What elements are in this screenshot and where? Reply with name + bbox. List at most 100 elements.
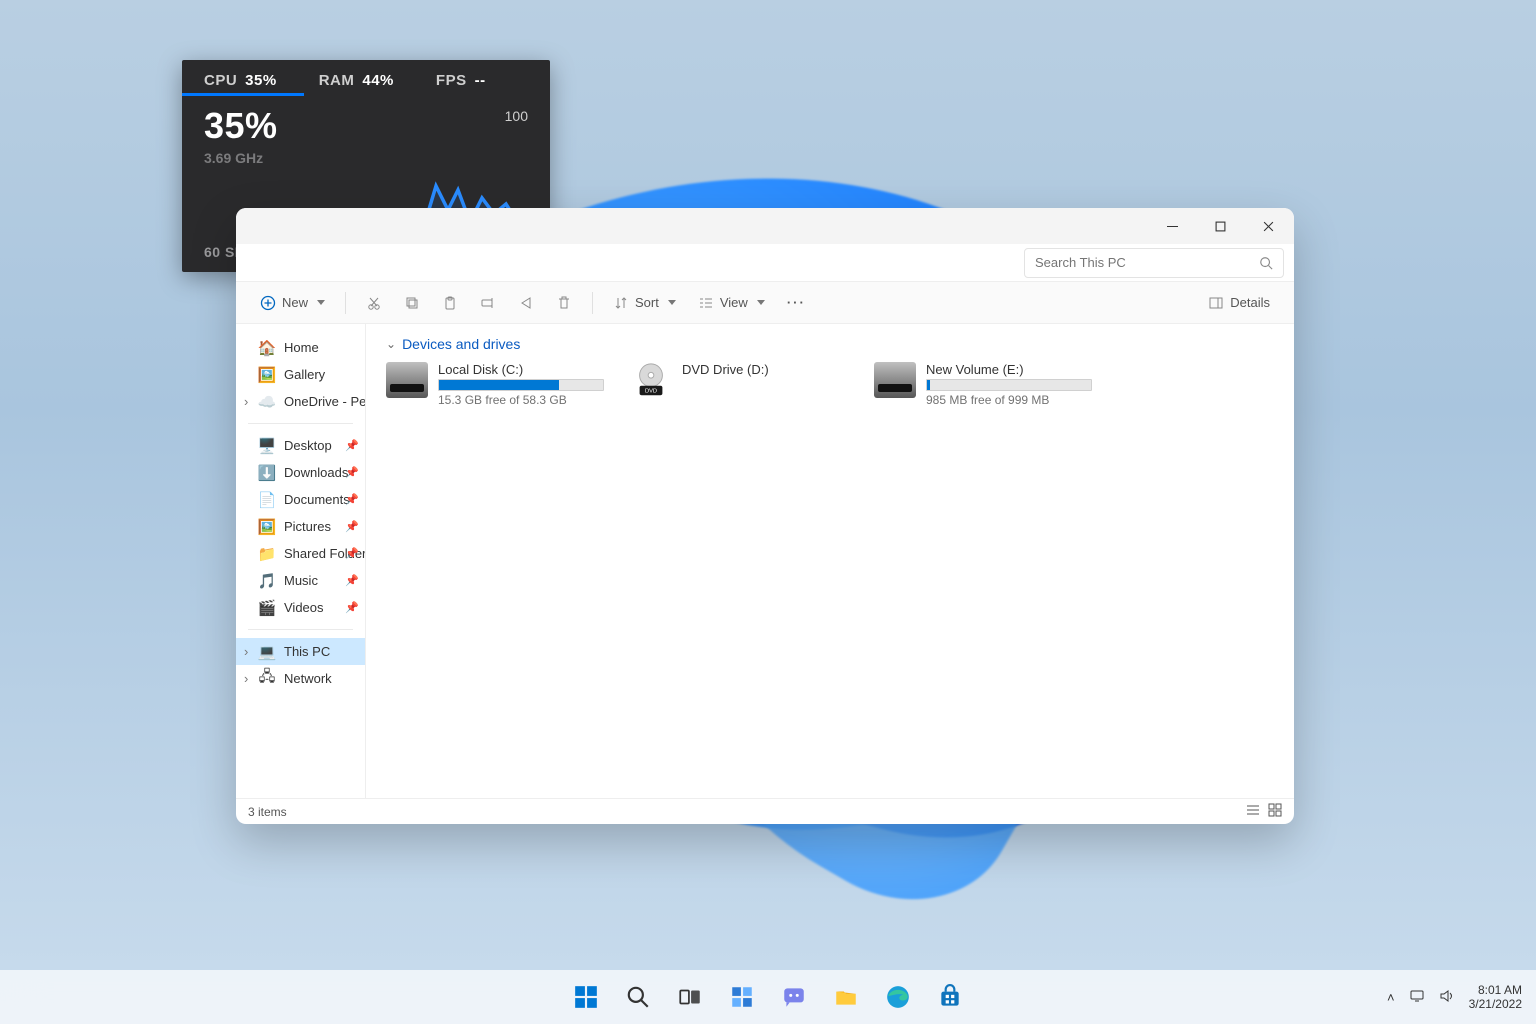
close-button[interactable] (1244, 208, 1292, 244)
new-label: New (282, 295, 308, 310)
sidebar-item-icon: ☁️ (258, 393, 276, 411)
paste-icon (442, 295, 458, 311)
status-bar: 3 items (236, 798, 1294, 824)
search-icon (1259, 256, 1273, 270)
sidebar-item-home[interactable]: 🏠 Home (236, 334, 365, 361)
cpu-label: CPU (204, 72, 237, 89)
capacity-bar (926, 379, 1092, 391)
copy-button[interactable] (396, 288, 428, 318)
sidebar-item-icon: 💻 (258, 643, 276, 661)
cut-button[interactable] (358, 288, 390, 318)
sidebar-item-label: Home (284, 340, 319, 355)
trash-icon (556, 295, 572, 311)
sidebar-item-icon: 📁 (258, 545, 276, 563)
cpu-percent-big: 35% (204, 108, 528, 144)
search-input[interactable] (1035, 255, 1259, 270)
sidebar-item-downloads[interactable]: ⬇️Downloads📌 (236, 459, 365, 486)
store-button[interactable] (928, 975, 972, 1019)
sidebar-item-label: This PC (284, 644, 330, 659)
sidebar-item-icon: 🖧 (258, 666, 276, 691)
share-icon (518, 295, 534, 311)
task-view-button[interactable] (668, 975, 712, 1019)
details-pane-button[interactable]: Details (1200, 288, 1278, 318)
address-bar-row (236, 244, 1294, 282)
folder-icon (833, 984, 859, 1010)
sidebar-item-network[interactable]: 🖧 Network (236, 665, 365, 692)
pin-icon: 📌 (345, 439, 359, 452)
drive-new-volume-e-[interactable]: New Volume (E:)985 MB free of 999 MB (874, 362, 1092, 407)
sidebar-item-icon: 📄 (258, 491, 276, 509)
pin-icon: 📌 (345, 520, 359, 533)
sidebar-item-icon: 🖼️ (258, 366, 276, 384)
paste-button[interactable] (434, 288, 466, 318)
fps-value: -- (475, 72, 486, 89)
sidebar-item-videos[interactable]: 🎬Videos📌 (236, 594, 365, 621)
sort-button[interactable]: Sort (605, 288, 684, 318)
tab-ram[interactable]: RAM44% (319, 72, 394, 89)
sidebar-item-label: Desktop (284, 438, 332, 453)
chat-button[interactable] (772, 975, 816, 1019)
sidebar-item-onedrive-personal[interactable]: ☁️ OneDrive - Personal (236, 388, 365, 415)
sidebar-item-label: Network (284, 671, 332, 686)
tab-cpu[interactable]: CPU35% (204, 72, 277, 89)
group-header-label: Devices and drives (402, 336, 520, 352)
command-bar: New Sort View ··· Details (236, 282, 1294, 324)
file-explorer-window[interactable]: New Sort View ··· Details 🏠 Home 🖼️Gallery… (236, 208, 1294, 824)
sidebar-item-desktop[interactable]: 🖥️ Desktop 📌 (236, 432, 365, 459)
rename-button[interactable] (472, 288, 504, 318)
sidebar-item-icon: 🖥️ (258, 437, 276, 455)
tray-network-icon[interactable] (1409, 988, 1425, 1007)
view-list-button[interactable] (1246, 803, 1260, 820)
sidebar-item-shared-folders[interactable]: 📁Shared Folders📌 (236, 540, 365, 567)
view-button[interactable]: View (690, 288, 773, 318)
clock-date: 3/21/2022 (1469, 997, 1522, 1011)
minimize-button[interactable] (1148, 208, 1196, 244)
delete-button[interactable] (548, 288, 580, 318)
maximize-button[interactable] (1196, 208, 1244, 244)
group-header[interactable]: ⌄ Devices and drives (386, 336, 1274, 352)
tray-chevron-icon[interactable]: ˄ (1387, 990, 1395, 1005)
sidebar-item-documents[interactable]: 📄Documents📌 (236, 486, 365, 513)
titlebar[interactable] (236, 208, 1294, 244)
explorer-taskbar-button[interactable] (824, 975, 868, 1019)
tab-fps[interactable]: FPS -- (436, 72, 486, 89)
drive-dvd-drive-d-[interactable]: DVDDVD Drive (D:) (630, 362, 848, 407)
sidebar-item-icon: ⬇️ (258, 464, 276, 482)
view-tiles-button[interactable] (1268, 803, 1282, 820)
sidebar-item-music[interactable]: 🎵Music📌 (236, 567, 365, 594)
search-box[interactable] (1024, 248, 1284, 278)
more-button[interactable]: ··· (779, 288, 814, 318)
sidebar-item-this-pc[interactable]: 💻 This PC (236, 638, 365, 665)
navigation-sidebar[interactable]: 🏠 Home 🖼️Gallery ☁️ OneDrive - Personal 🖥️ De… (236, 324, 366, 798)
content-pane[interactable]: ⌄ Devices and drives Local Disk (C:)15.3… (366, 324, 1294, 798)
tray-volume-icon[interactable] (1439, 988, 1455, 1007)
drive-local-disk-c-[interactable]: Local Disk (C:)15.3 GB free of 58.3 GB (386, 362, 604, 407)
start-button[interactable] (564, 975, 608, 1019)
fps-label: FPS (436, 72, 467, 89)
sidebar-item-label: Downloads (284, 465, 348, 480)
drive-free-space: 15.3 GB free of 58.3 GB (438, 393, 604, 407)
chevron-down-icon: ⌄ (386, 337, 396, 351)
sidebar-item-pictures[interactable]: 🖼️Pictures📌 (236, 513, 365, 540)
edge-button[interactable] (876, 975, 920, 1019)
share-button[interactable] (510, 288, 542, 318)
sidebar-item-gallery[interactable]: 🖼️Gallery (236, 361, 365, 388)
ram-label: RAM (319, 72, 355, 89)
taskbar-clock[interactable]: 8:01 AM 3/21/2022 (1469, 983, 1522, 1012)
details-label: Details (1230, 295, 1270, 310)
view-label: View (720, 295, 748, 310)
widgets-button[interactable] (720, 975, 764, 1019)
search-icon (625, 984, 651, 1010)
search-button[interactable] (616, 975, 660, 1019)
taskbar[interactable]: ˄ 8:01 AM 3/21/2022 (0, 970, 1536, 1024)
sidebar-item-icon: 🏠 (258, 339, 276, 357)
drive-free-space: 985 MB free of 999 MB (926, 393, 1092, 407)
plus-circle-icon (260, 295, 276, 311)
sidebar-item-icon: 🎵 (258, 572, 276, 590)
view-icon (698, 295, 714, 311)
chat-icon (781, 984, 807, 1010)
cut-icon (366, 295, 382, 311)
new-button[interactable]: New (252, 288, 333, 318)
sidebar-item-label: OneDrive - Personal (284, 394, 366, 409)
drive-icon (874, 362, 916, 398)
